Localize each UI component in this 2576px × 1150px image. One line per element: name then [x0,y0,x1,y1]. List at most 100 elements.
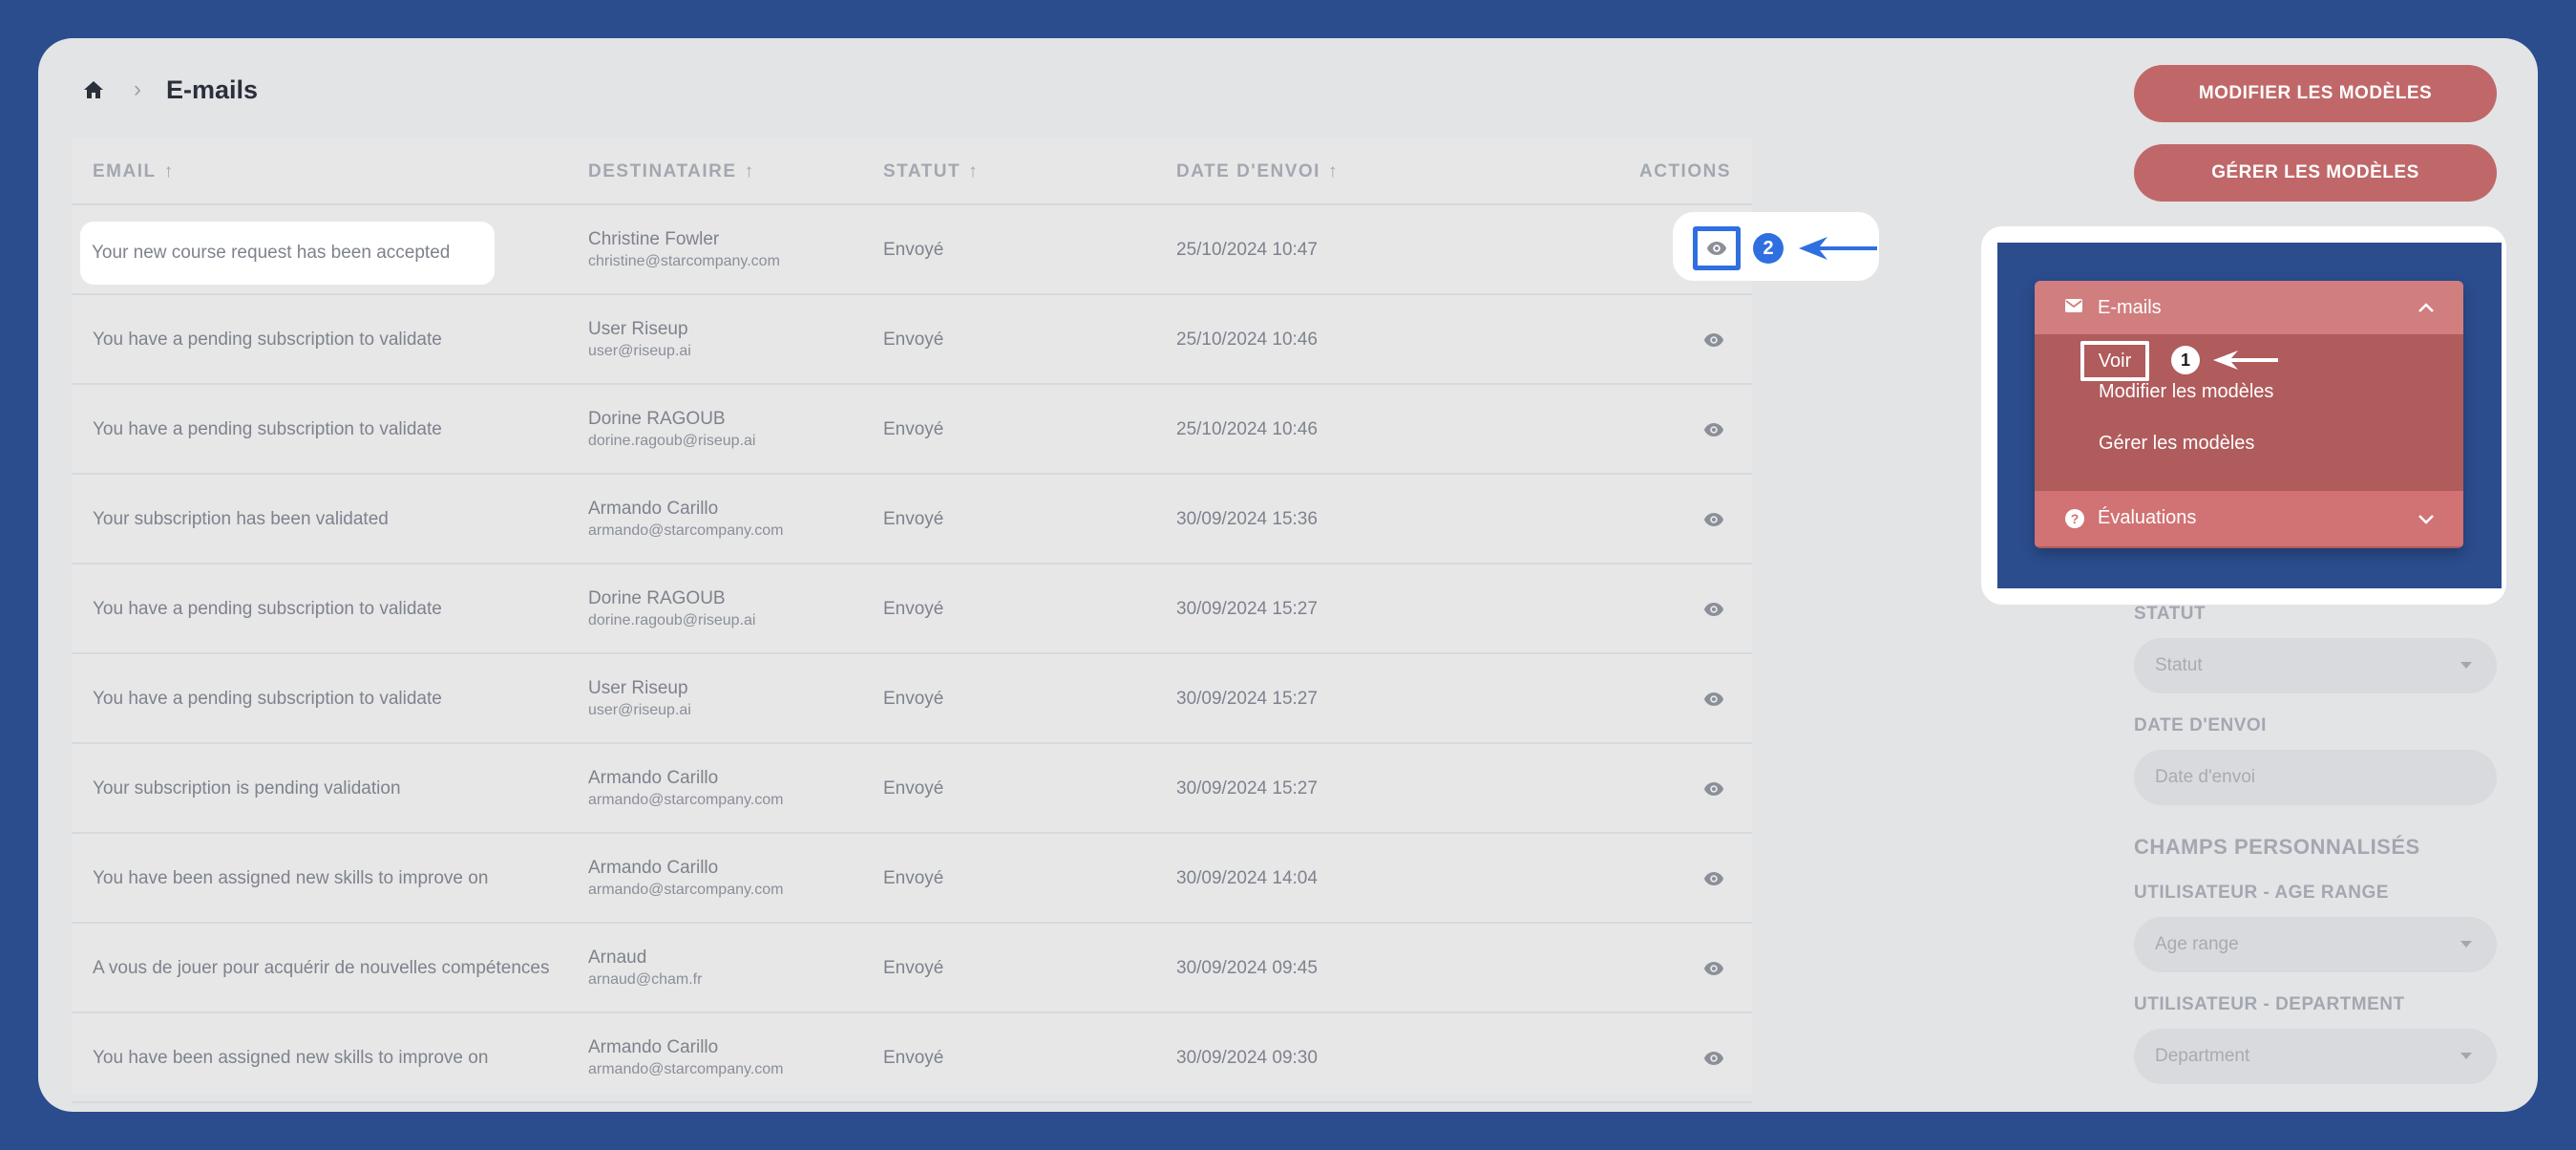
table-row[interactable]: Your subscription has been validated Arma… [72,475,1752,564]
recipient-cell: Arnaud arnaud@cham.fr [588,924,702,1013]
recipient-email: user@riseup.ai [588,702,691,718]
page-title: E-mails [166,75,259,104]
sidebar-menu-emails: E-mails Modifier les modèles Gérer les m… [2035,281,2463,548]
recipient-name: Arnaud [588,948,647,968]
email-subject: A vous de jouer pour acquérir de nouvell… [93,958,550,978]
custom-fields-heading: CHAMPS PERSONNALISÉS [2134,835,2420,859]
menu-item-view[interactable]: Voir [2080,341,2149,381]
recipient-cell: Dorine RAGOUB dorine.ragoub@riseup.ai [588,385,755,475]
menu-section-emails-label: E-mails [2098,297,2162,318]
date-cell: 30/09/2024 09:30 [1176,1048,1318,1068]
table-row[interactable]: You have a pending subscription to valid… [72,295,1752,385]
view-email-button[interactable] [1701,654,1726,744]
email-subject: You have a pending subscription to valid… [93,599,442,619]
recipient-email: armando@starcompany.com [588,1061,784,1077]
age-range-filter-label: UTILISATEUR - AGE RANGE [2134,883,2389,903]
age-range-placeholder: Age range [2155,934,2239,954]
recipient-email: dorine.ragoub@riseup.ai [588,612,756,628]
recipient-name: Armando Carillo [588,499,719,519]
recipient-name: Armando Carillo [588,858,719,878]
date-cell: 30/09/2024 15:27 [1176,599,1318,619]
eye-icon [1703,422,1724,437]
eye-icon [1706,241,1727,256]
status-filter-placeholder: Statut [2155,655,2203,675]
date-cell: 25/10/2024 10:46 [1176,330,1318,350]
table-row[interactable]: You have a pending subscription to valid… [72,654,1752,744]
menu-section-evaluations[interactable]: ? Évaluations [2035,491,2463,546]
view-email-button-highlight[interactable] [1693,226,1741,270]
status-filter-select[interactable]: Statut [2134,638,2497,693]
recipient-name: Christine Fowler [588,229,720,249]
age-range-filter-select[interactable]: Age range [2134,917,2497,972]
eye-icon [1703,602,1724,617]
caret-down-icon [2460,662,2472,669]
status-cell: Envoyé [883,599,944,619]
eye-icon [1703,692,1724,707]
modify-templates-button[interactable]: MODIFIER LES MODÈLES [2134,65,2497,122]
table-row[interactable]: You have a pending subscription to valid… [72,385,1752,475]
recipient-cell: Armando Carillo armando@starcompany.com [588,744,783,834]
department-filter-label: UTILISATEUR - DEPARTMENT [2134,994,2405,1014]
step-2-badge: 2 [1753,233,1784,264]
date-cell: 30/09/2024 09:45 [1176,958,1318,978]
recipient-name: User Riseup [588,678,688,698]
view-email-button[interactable] [1701,564,1726,654]
eye-icon [1703,1051,1724,1066]
view-email-button[interactable] [1701,924,1726,1013]
menu-section-emails[interactable]: E-mails [2035,281,2463,334]
column-header-recipient[interactable]: DESTINATAIRE ↑ [588,138,755,205]
date-filter-input[interactable]: Date d'envoi [2134,750,2497,805]
pointer-arrow-white-icon [2213,351,2278,370]
help-circle-icon: ? [2065,509,2084,528]
table-header: EMAIL ↑ DESTINATAIRE ↑ STATUT ↑ DATE D'ENVO… [72,138,1752,205]
table-row[interactable]: You have been assigned new skills to imp… [72,834,1752,924]
view-email-button[interactable] [1701,1013,1726,1103]
date-filter-label: DATE D'ENVOI [2134,715,2267,735]
email-subject: Your subscription is pending validation [93,778,401,799]
email-subject: You have been assigned new skills to imp… [93,1048,489,1068]
mail-icon [2065,299,2082,312]
home-icon[interactable] [82,78,105,101]
date-cell: 30/09/2024 14:04 [1176,868,1318,888]
view-email-button[interactable] [1701,834,1726,924]
chevron-down-icon [2418,515,2434,524]
view-email-button[interactable] [1701,744,1726,834]
status-cell: Envoyé [883,1048,944,1068]
recipient-cell: Armando Carillo armando@starcompany.com [588,1013,783,1103]
table-row[interactable]: A vous de jouer pour acquérir de nouvell… [72,924,1752,1013]
eye-icon [1703,332,1724,348]
table-row[interactable]: You have been assigned new skills to imp… [72,1013,1752,1103]
table-row[interactable]: You have a pending subscription to valid… [72,564,1752,654]
date-filter-placeholder: Date d'envoi [2155,767,2256,787]
recipient-name: Dorine RAGOUB [588,588,726,608]
status-cell: Envoyé [883,330,944,350]
pointer-arrow-blue-icon [1799,237,1877,260]
status-cell: Envoyé [883,689,944,709]
recipient-cell: Dorine RAGOUB dorine.ragoub@riseup.ai [588,564,755,654]
manage-templates-button[interactable]: GÉRER LES MODÈLES [2134,144,2497,202]
column-header-email[interactable]: EMAIL ↑ [93,138,175,205]
highlighted-email-subject[interactable]: Your new course request has been accepte… [80,222,495,285]
status-cell: Envoyé [883,240,944,260]
view-email-button[interactable] [1701,295,1726,385]
recipient-cell: User Riseup user@riseup.ai [588,654,691,744]
recipient-email: armando@starcompany.com [588,522,784,539]
eye-icon [1703,781,1724,797]
status-cell: Envoyé [883,958,944,978]
sort-arrow-icon: ↑ [1327,161,1339,181]
view-email-button[interactable] [1701,475,1726,564]
column-header-status[interactable]: STATUT ↑ [883,138,979,205]
sort-arrow-icon: ↑ [163,161,175,181]
recipient-email: armando@starcompany.com [588,882,784,898]
table-row[interactable]: Your subscription is pending validation A… [72,744,1752,834]
date-cell: 30/09/2024 15:36 [1176,509,1318,529]
menu-item-manage-templates[interactable]: Gérer les modèles [2099,433,2254,455]
menu-item-modify-templates[interactable]: Modifier les modèles [2099,381,2273,403]
department-filter-select[interactable]: Department [2134,1029,2497,1084]
column-header-date[interactable]: DATE D'ENVOI ↑ [1176,138,1339,205]
email-subject: You have been assigned new skills to imp… [93,868,489,888]
recipient-name: User Riseup [588,319,688,339]
date-cell: 25/10/2024 10:46 [1176,419,1318,439]
view-email-button[interactable] [1701,385,1726,475]
column-header-actions: ACTIONS [1639,161,1731,181]
